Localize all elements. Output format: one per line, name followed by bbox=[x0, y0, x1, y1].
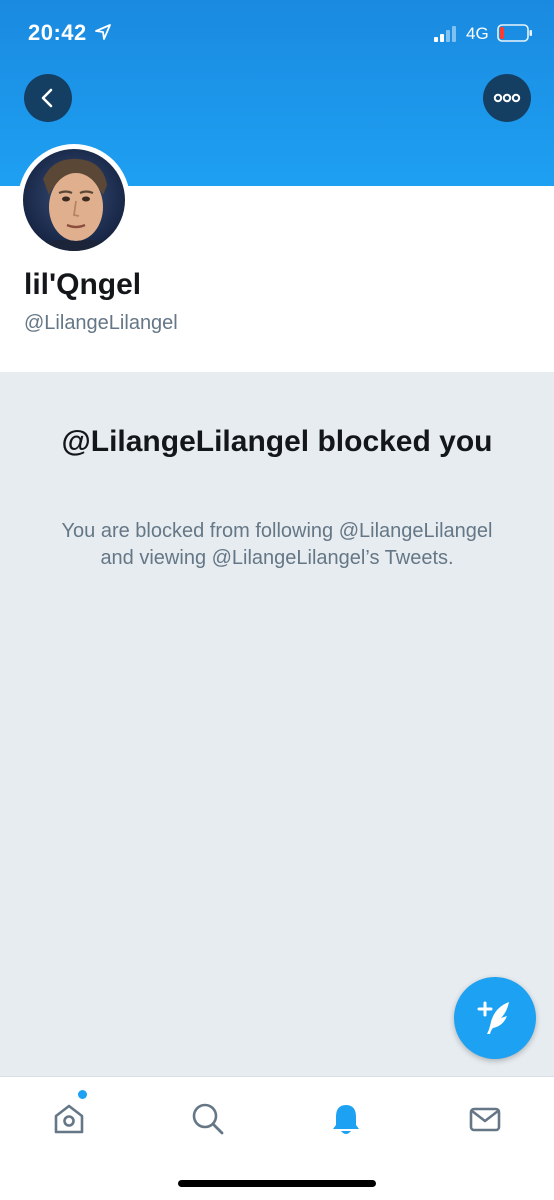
profile-handle: @LilangeLilangel bbox=[24, 312, 178, 334]
search-icon bbox=[192, 1103, 224, 1135]
tab-search[interactable] bbox=[186, 1097, 230, 1141]
home-indicator[interactable] bbox=[178, 1180, 376, 1187]
status-time: 20:42 bbox=[28, 20, 87, 45]
signal-icon bbox=[434, 26, 456, 42]
bell-icon bbox=[333, 1105, 359, 1134]
avatar[interactable] bbox=[18, 144, 130, 256]
network-type: 4G bbox=[466, 24, 489, 43]
compose-tweet-icon bbox=[477, 1001, 509, 1034]
blocked-title: @LilangeLilangel blocked you bbox=[61, 425, 493, 458]
more-horizontal-icon bbox=[493, 93, 521, 103]
home-new-activity-dot bbox=[78, 1090, 87, 1099]
back-button[interactable] bbox=[24, 74, 72, 122]
profile-display-name: lil'Qngel bbox=[24, 268, 142, 301]
tab-notifications[interactable] bbox=[324, 1097, 368, 1141]
tab-home[interactable] bbox=[47, 1097, 91, 1141]
chevron-left-icon bbox=[41, 88, 53, 108]
location-arrow-icon bbox=[95, 24, 111, 40]
tab-messages[interactable] bbox=[463, 1097, 507, 1141]
mail-icon bbox=[469, 1107, 501, 1132]
compose-tweet-button[interactable] bbox=[454, 977, 536, 1059]
status-bar: 20:42 4G bbox=[0, 0, 554, 70]
blocked-description: You are blocked from following @LilangeL… bbox=[61, 520, 493, 569]
more-options-button[interactable] bbox=[483, 74, 531, 122]
home-icon bbox=[54, 1104, 84, 1134]
battery-low-icon bbox=[497, 24, 532, 42]
avatar-image bbox=[23, 149, 125, 251]
